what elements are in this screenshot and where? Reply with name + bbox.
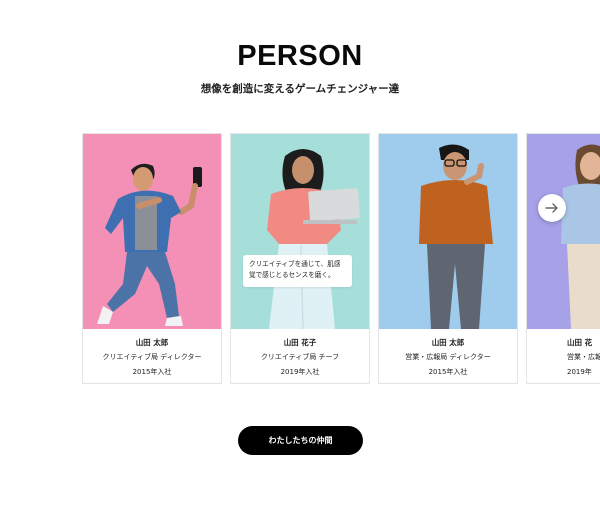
person-card[interactable]: クリエイティブを通じて、肌感 覚で感じとるセンスを磨く。 山田 花子 クリエイテ… xyxy=(230,133,370,384)
section-title: PERSON xyxy=(237,40,363,72)
person-photo xyxy=(527,134,600,329)
person-joined: 2015年入社 xyxy=(132,368,172,376)
person-illustration xyxy=(561,144,600,329)
person-name: 山田 太郎 xyxy=(431,338,465,347)
person-card[interactable]: 山田 太郎 営業・広報局 ディレクター 2015年入社 xyxy=(378,133,518,384)
person-role: クリエイティブ局 チーフ xyxy=(260,353,340,361)
carousel-next-button[interactable] xyxy=(538,194,566,222)
person-name: 山田 太郎 xyxy=(135,338,169,347)
person-role: クリエイティブ局 ディレクター xyxy=(102,353,202,361)
person-joined: 2019年入社 xyxy=(280,368,320,376)
person-photo xyxy=(379,134,517,329)
arrow-right-icon xyxy=(545,203,558,213)
person-card[interactable]: 山田 太郎 クリエイティブ局 ディレクター 2015年入社 xyxy=(82,133,222,384)
person-role: 営業・広報局 ディレクター xyxy=(405,353,491,361)
person-illustration xyxy=(419,144,493,329)
person-carousel: 山田 太郎 クリエイティブ局 ディレクター 2015年入社 クリエイティブを通じ… xyxy=(0,133,600,385)
person-card[interactable]: 山田 花 営業・広報局 2019年 xyxy=(526,133,600,384)
section-subtitle: 想像を創造に変えるゲームチェンジャー達 xyxy=(200,83,400,95)
quote-line: クリエイティブを通じて、肌感 xyxy=(249,260,341,268)
person-role: 営業・広報局 xyxy=(567,353,600,361)
our-members-button[interactable]: わたしたちの仲間 xyxy=(238,426,363,455)
quote-line: 覚で感じとるセンスを磨く。 xyxy=(249,271,335,279)
person-quote-bubble: クリエイティブを通じて、肌感 覚で感じとるセンスを磨く。 xyxy=(243,255,352,287)
person-name: 山田 花子 xyxy=(283,338,317,347)
person-name: 山田 花 xyxy=(567,338,593,347)
person-illustration xyxy=(97,163,202,326)
person-joined: 2015年入社 xyxy=(428,368,468,376)
person-photo xyxy=(83,134,221,329)
person-joined: 2019年 xyxy=(567,368,592,376)
person-photo: クリエイティブを通じて、肌感 覚で感じとるセンスを磨く。 xyxy=(231,134,369,329)
person-illustration xyxy=(267,149,360,329)
